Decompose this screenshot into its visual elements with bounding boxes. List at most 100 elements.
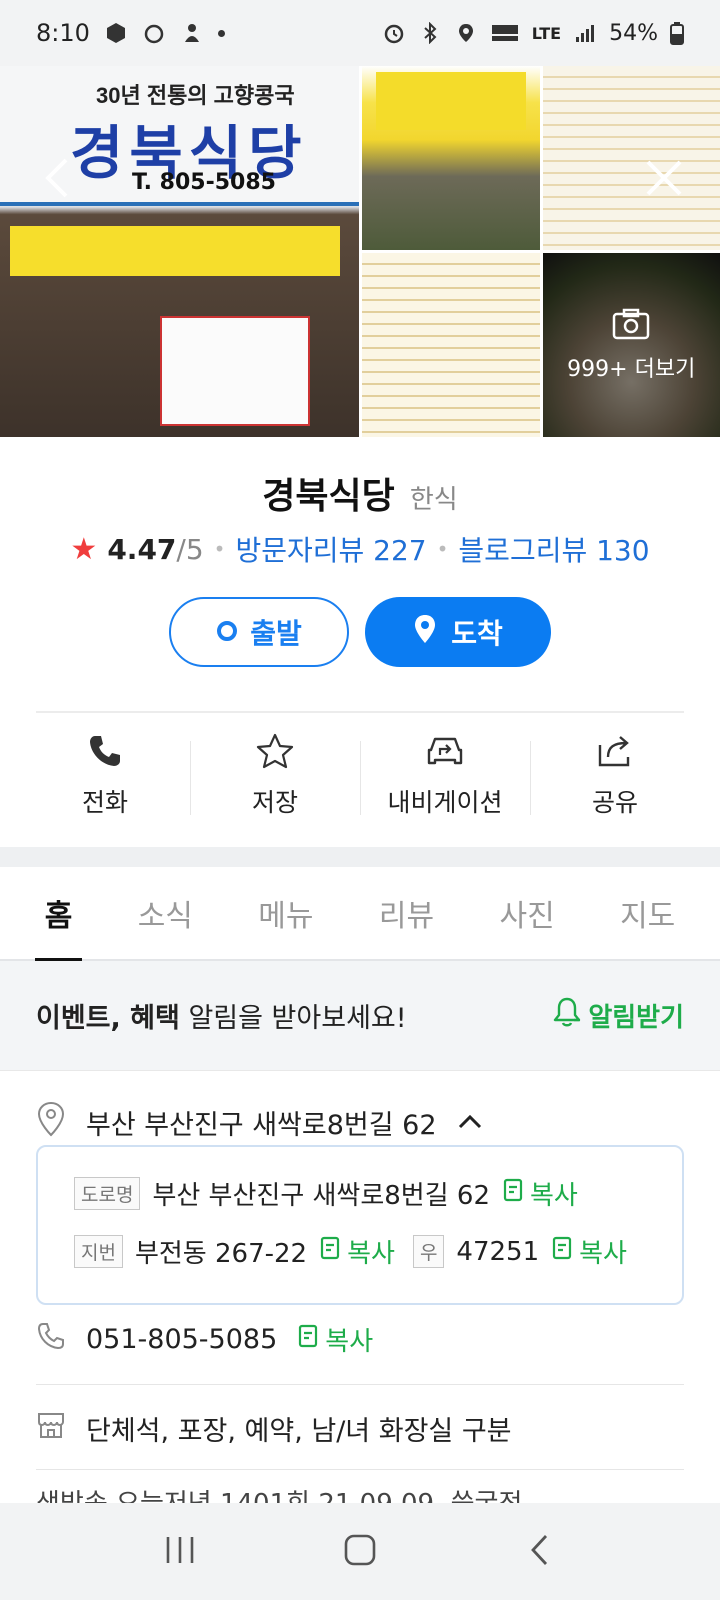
visitor-reviews-link[interactable]: 방문자리뷰 227 (235, 529, 426, 569)
start-button-label: 출발 (250, 617, 302, 650)
address-detail-box: 도로명 부산 부산진구 새싹로8번길 62 복사 지번 부전동 267-22 복… (36, 1145, 684, 1305)
map-pin-icon (36, 1101, 66, 1144)
more-notifications-dot (217, 29, 225, 37)
camera-icon (611, 307, 651, 345)
notification-banner: 이벤트, 혜택 알림을 받아보세요! 알림받기 (0, 961, 720, 1071)
notification-bold: 이벤트, 혜택 (36, 1003, 180, 1034)
tab-photos[interactable]: 사진 (491, 866, 562, 960)
back-icon (528, 1533, 552, 1571)
copy-icon (502, 1177, 524, 1210)
tab-home[interactable]: 홈 (34, 866, 82, 962)
copy-label: 복사 (347, 1239, 395, 1269)
share-label: 공유 (591, 788, 638, 817)
phone-row[interactable]: 051-805-5085 복사 (36, 1321, 373, 1358)
navigation-label: 내비게이션 (387, 788, 503, 817)
address-row[interactable]: 부산 부산진구 새싹로8번길 62 (36, 1101, 483, 1144)
phone-number[interactable]: 051-805-5085 (86, 1324, 277, 1355)
road-address-row: 도로명 부산 부산진구 새싹로8번길 62 복사 (74, 1175, 578, 1212)
share-action[interactable]: 공유 (530, 733, 700, 823)
car-icon (425, 733, 465, 773)
address-text: 부산 부산진구 새싹로8번길 62 (86, 1110, 437, 1141)
arrive-button-label: 도착 (451, 617, 503, 650)
recent-apps-icon (162, 1535, 198, 1569)
sign-phone: T. 805-5085 (132, 170, 276, 195)
photo-banner (10, 226, 340, 276)
close-icon (644, 158, 684, 202)
photo-thumb-1[interactable] (362, 66, 540, 250)
photo-thumbnails: 999+ 더보기 (362, 66, 720, 437)
divider (36, 1384, 684, 1385)
chevron-up-icon[interactable] (457, 1107, 483, 1138)
recent-apps-button[interactable] (150, 1522, 210, 1582)
home-button[interactable] (330, 1522, 390, 1582)
photo-poster (160, 316, 310, 426)
status-bar: 8:10 LTE 54% (0, 0, 720, 66)
arrive-button[interactable]: 도착 (365, 597, 551, 667)
road-address-tag: 도로명 (74, 1177, 141, 1210)
place-name: 경북식당 (262, 476, 395, 517)
start-button[interactable]: 출발 (169, 597, 349, 667)
hd-voice-icon (490, 21, 520, 45)
battery-icon (670, 21, 684, 45)
lot-address-tag: 지번 (74, 1235, 123, 1268)
place-category: 한식 (409, 485, 458, 515)
save-action[interactable]: 저장 (190, 733, 360, 823)
copy-phone-button[interactable]: 복사 (297, 1321, 373, 1358)
network-label: LTE (531, 23, 562, 43)
close-button[interactable] (638, 154, 690, 206)
subscribe-button[interactable]: 알림받기 (552, 996, 684, 1035)
tab-menu[interactable]: 메뉴 (250, 866, 321, 960)
navigation-action[interactable]: 내비게이션 (360, 733, 530, 823)
copy-icon (297, 1323, 319, 1356)
copy-label: 복사 (579, 1239, 627, 1269)
divider (36, 711, 684, 713)
tab-reviews[interactable]: 리뷰 (371, 866, 442, 960)
rating-star-icon: ★ (70, 531, 98, 567)
notification-text: 이벤트, 혜택 알림을 받아보세요! (36, 996, 407, 1035)
separator-dot: • (436, 537, 449, 561)
copy-label: 복사 (530, 1181, 578, 1211)
tab-news[interactable]: 소식 (130, 866, 201, 960)
copy-icon (551, 1235, 573, 1268)
amenities-text: 단체석, 포장, 예약, 남/녀 화장실 구분 (86, 1416, 512, 1447)
copy-lot-address-button[interactable]: 복사 (319, 1233, 395, 1270)
photo-thumb-more[interactable]: 999+ 더보기 (542, 253, 720, 437)
lot-address-row: 지번 부전동 267-22 복사 우 47251 복사 (74, 1233, 627, 1270)
bluetooth-icon (418, 21, 442, 45)
battery-percent: 54% (609, 20, 658, 46)
app-person-icon (180, 21, 204, 45)
back-button[interactable] (32, 154, 84, 206)
more-photos-label: 999+ 더보기 (567, 357, 696, 382)
photo-storefront[interactable]: 30년 전통의 고향콩국 경북식당 T. 805-5085 (0, 66, 359, 437)
place-info: 부산 부산진구 새싹로8번길 62 도로명 부산 부산진구 새싹로8번길 62 … (0, 1071, 720, 1503)
signal-icon (573, 21, 597, 45)
save-label: 저장 (251, 788, 298, 817)
share-icon (596, 733, 634, 773)
subscribe-label: 알림받기 (588, 1003, 684, 1033)
tv-appearance-row: 생방송 오늘저녁 1401회 21.09.09. 쑥굴전 (36, 1483, 684, 1503)
location-icon (454, 21, 478, 45)
place-summary: 경북식당 한식 ★ 4.47/5 • 방문자리뷰 227 • 블로그리뷰 130… (0, 437, 720, 847)
photo-thumb-3[interactable] (362, 253, 540, 437)
photo-gallery[interactable]: 30년 전통의 고향콩국 경북식당 T. 805-5085 999+ 더보기 (0, 66, 720, 437)
destination-pin-icon (413, 614, 437, 651)
copy-label: 복사 (325, 1327, 374, 1357)
amenities-row: 단체석, 포장, 예약, 남/녀 화장실 구분 (36, 1409, 512, 1448)
store-icon (36, 1410, 66, 1447)
more-photos-overlay[interactable]: 999+ 더보기 (542, 253, 720, 437)
call-action[interactable]: 전화 (20, 733, 190, 823)
back-arrow-icon (38, 156, 78, 204)
tab-map[interactable]: 지도 (612, 866, 683, 960)
call-label: 전화 (81, 788, 128, 817)
system-back-button[interactable] (510, 1522, 570, 1582)
copy-zip-button[interactable]: 복사 (551, 1233, 627, 1270)
bell-icon (552, 996, 582, 1035)
lot-address-text: 부전동 267-22 (134, 1239, 308, 1269)
photo-thumb-2[interactable] (542, 66, 720, 250)
rating-score: 4.47 (107, 532, 177, 566)
blog-reviews-link[interactable]: 블로그리뷰 130 (458, 529, 649, 569)
section-divider (0, 847, 720, 867)
app-b-icon (142, 21, 166, 45)
origin-dot-icon (216, 616, 238, 649)
copy-road-address-button[interactable]: 복사 (502, 1175, 578, 1212)
